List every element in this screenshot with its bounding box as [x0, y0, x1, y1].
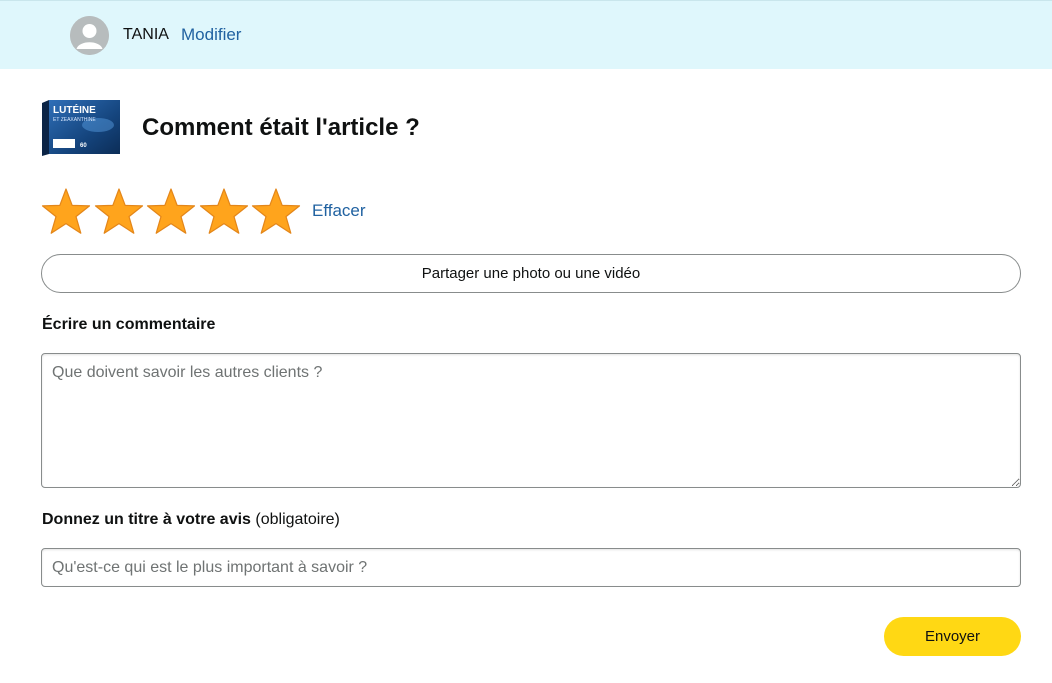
review-title-label-text: Donnez un titre à votre avis: [42, 511, 251, 528]
avatar-icon: [70, 16, 109, 55]
star-1-icon[interactable]: [40, 187, 93, 235]
star-3-icon[interactable]: [145, 187, 198, 235]
product-image-count: 60: [80, 143, 87, 149]
share-photo-video-button[interactable]: Partager une photo ou une vidéo: [41, 254, 1021, 293]
comment-label: Écrire un commentaire: [42, 316, 216, 333]
product-image-sub: ET ZEAXANTHINE: [53, 117, 96, 123]
user-name: TANIA: [123, 26, 169, 43]
required-note: (obligatoire): [255, 511, 340, 528]
star-5-icon[interactable]: [250, 187, 303, 235]
product-image: LUTÉINE ET ZEAXANTHINE 60: [40, 99, 121, 157]
star-2-icon[interactable]: [93, 187, 146, 235]
edit-profile-link[interactable]: Modifier: [181, 25, 241, 44]
review-title-label: Donnez un titre à votre avis (obligatoir…: [42, 510, 340, 530]
star-rating[interactable]: [40, 187, 303, 235]
product-image-brand: LUTÉINE: [53, 103, 96, 116]
review-title-input[interactable]: [41, 548, 1021, 587]
user-header: TANIA Modifier: [0, 0, 1052, 69]
star-4-icon[interactable]: [198, 187, 251, 235]
submit-button[interactable]: Envoyer: [884, 617, 1021, 656]
clear-rating-link[interactable]: Effacer: [312, 201, 366, 221]
comment-textarea[interactable]: [41, 353, 1021, 488]
page-title: Comment était l'article ?: [142, 114, 420, 141]
